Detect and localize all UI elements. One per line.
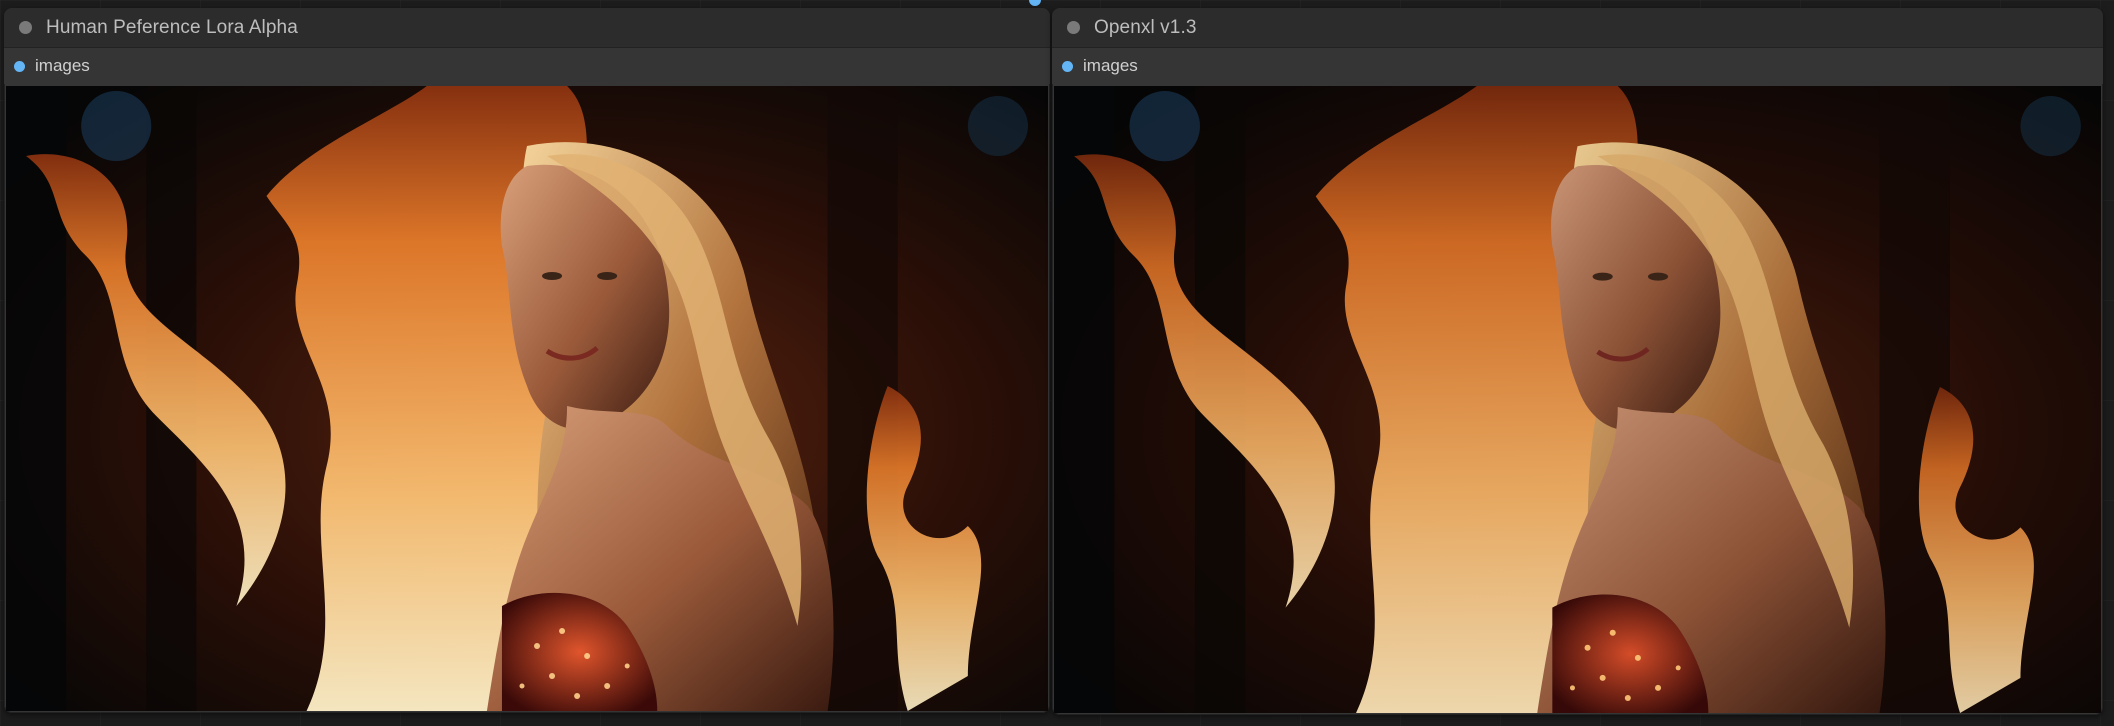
collapse-dot-icon[interactable]	[1067, 21, 1080, 34]
output-slot-row: images	[4, 48, 1050, 84]
output-slot-row: images	[1052, 48, 2103, 84]
node-header[interactable]: Human Peference Lora Alpha	[4, 8, 1050, 48]
fire-portrait-image	[6, 86, 1048, 711]
node-header[interactable]: Openxl v1.3	[1052, 8, 2103, 48]
slot-dot-icon[interactable]	[1062, 60, 1073, 72]
graph-canvas[interactable]: Human Peference Lora Alpha images Openxl…	[0, 0, 2114, 726]
node-title: Openxl v1.3	[1094, 16, 1197, 38]
fire-portrait-image	[1054, 86, 2101, 713]
preview-image	[6, 86, 1048, 711]
node-title: Human Peference Lora Alpha	[46, 16, 298, 38]
slot-label: images	[35, 56, 90, 75]
preview-node-left[interactable]: Human Peference Lora Alpha images	[4, 8, 1050, 713]
preview-node-right[interactable]: Openxl v1.3 images	[1052, 8, 2103, 715]
preview-image	[1054, 86, 2101, 713]
slot-dot-icon[interactable]	[14, 60, 25, 72]
link-connection-icon[interactable]	[1029, 0, 1041, 6]
slot-label: images	[1083, 56, 1138, 75]
collapse-dot-icon[interactable]	[19, 21, 32, 34]
